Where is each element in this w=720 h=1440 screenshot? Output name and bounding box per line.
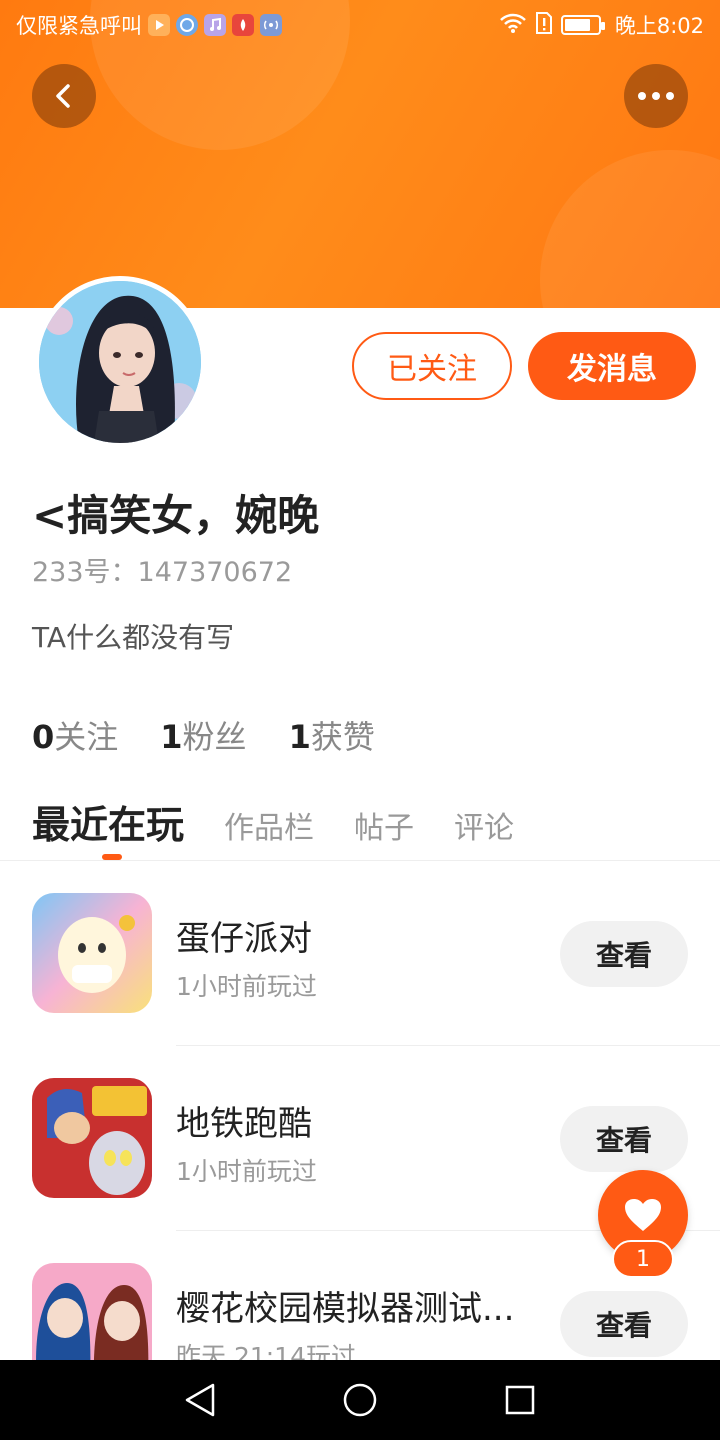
game-name: 蛋仔派对 [176, 919, 312, 959]
tab-recently-played[interactable]: 最近在玩 [32, 794, 184, 849]
view-game-button[interactable]: 查看 [560, 1106, 688, 1172]
like-count-badge: 1 [612, 1240, 674, 1278]
square-recents-icon [505, 1385, 535, 1415]
game-last-played: 1小时前玩过 [176, 1157, 317, 1186]
heart-icon [625, 1199, 661, 1231]
status-time: 晚上8:02 [614, 14, 704, 38]
user-bio: TA什么都没有写 [32, 621, 235, 654]
view-game-button[interactable]: 查看 [560, 1291, 688, 1357]
profile-tabs: 最近在玩 作品栏 帖子 评论 [32, 794, 554, 849]
triangle-back-icon [185, 1383, 215, 1417]
carrier-text: 仅限紧急呼叫 [16, 14, 142, 38]
followers-label: 粉丝 [182, 718, 247, 756]
system-navigation-bar [0, 1360, 720, 1440]
followed-button[interactable]: 已关注 [352, 332, 512, 400]
username: <搞笑女，婉晚 [32, 491, 320, 540]
tab-works[interactable]: 作品栏 [224, 803, 314, 847]
nav-recents-button[interactable] [498, 1378, 542, 1422]
likes-count: 1 [288, 718, 311, 756]
profile-stats: 0关注 1粉丝 1获赞 [32, 712, 375, 758]
game-name: 樱花校园模拟器测试... [176, 1289, 515, 1329]
game-item[interactable]: 蛋仔派对 1小时前玩过 查看 [0, 893, 720, 1078]
tab-posts[interactable]: 帖子 [354, 803, 414, 847]
following-stat[interactable]: 0关注 [32, 712, 118, 758]
nav-back-button[interactable] [178, 1378, 222, 1422]
game-icon-eggy-party [32, 893, 152, 1013]
likes-stat[interactable]: 1获赞 [289, 712, 375, 758]
chevron-left-icon [56, 84, 70, 108]
list-divider [176, 1045, 720, 1046]
likes-label: 获赞 [310, 718, 375, 756]
followers-stat[interactable]: 1粉丝 [160, 712, 246, 758]
user-id: 233号：147370672 [32, 557, 293, 588]
circle-home-icon [343, 1383, 377, 1417]
video-app-icon [148, 14, 170, 36]
music-app-icon [204, 14, 226, 36]
followers-count: 1 [160, 718, 183, 756]
user-avatar[interactable] [34, 276, 206, 448]
game-name: 地铁跑酷 [176, 1104, 312, 1144]
status-bar: 仅限紧急呼叫 晚上8:02 [0, 0, 720, 50]
tab-comments[interactable]: 评论 [454, 803, 514, 847]
following-count: 0 [32, 718, 55, 756]
view-game-button[interactable]: 查看 [560, 921, 688, 987]
following-label: 关注 [54, 718, 119, 756]
tabs-divider [0, 860, 720, 861]
back-button[interactable] [32, 64, 96, 128]
browser-app-icon [176, 14, 198, 36]
hotspot-app-icon [260, 14, 282, 36]
wifi-icon [499, 12, 527, 39]
game-icon-subway-surfers [32, 1078, 152, 1198]
game-last-played: 1小时前玩过 [176, 972, 317, 1001]
more-dots-icon [638, 92, 674, 100]
sim-alert-icon [535, 11, 553, 40]
more-options-button[interactable] [624, 64, 688, 128]
huawei-app-icon [232, 14, 254, 36]
battery-icon [560, 15, 605, 35]
nav-home-button[interactable] [338, 1378, 382, 1422]
send-message-button[interactable]: 发消息 [528, 332, 696, 400]
